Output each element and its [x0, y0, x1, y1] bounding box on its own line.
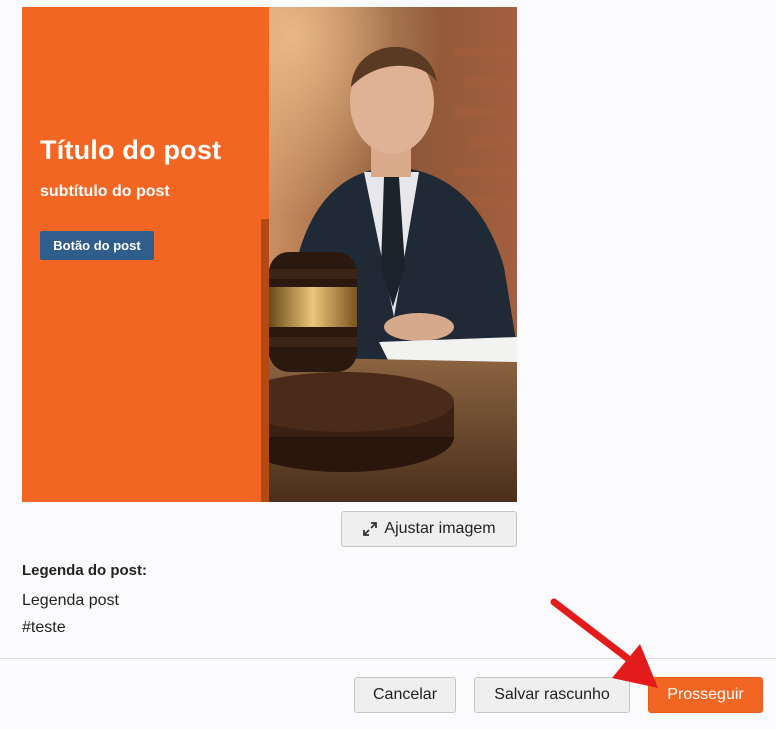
caption-heading: Legenda do post: — [22, 562, 147, 579]
adjust-image-label: Ajustar imagem — [384, 520, 496, 537]
post-cta-button: Botão do post — [40, 231, 154, 260]
post-photo — [269, 7, 517, 502]
post-subtitle: subtítulo do post — [40, 183, 170, 200]
panel-divider — [261, 219, 269, 502]
save-draft-button[interactable]: Salvar rascunho — [474, 677, 630, 713]
caption-hashtag: #teste — [22, 619, 66, 636]
continue-button[interactable]: Prosseguir — [648, 677, 763, 713]
cancel-button[interactable]: Cancelar — [354, 677, 456, 713]
footer-divider — [0, 658, 776, 659]
adjust-image-button[interactable]: Ajustar imagem — [341, 511, 517, 547]
post-editor-page: Título do post subtítulo do post Botão d… — [0, 0, 776, 729]
post-title: Título do post — [40, 135, 222, 165]
caption-text: Legenda post — [22, 592, 119, 609]
expand-icon — [363, 522, 378, 536]
post-preview: Título do post subtítulo do post Botão d… — [22, 7, 517, 502]
